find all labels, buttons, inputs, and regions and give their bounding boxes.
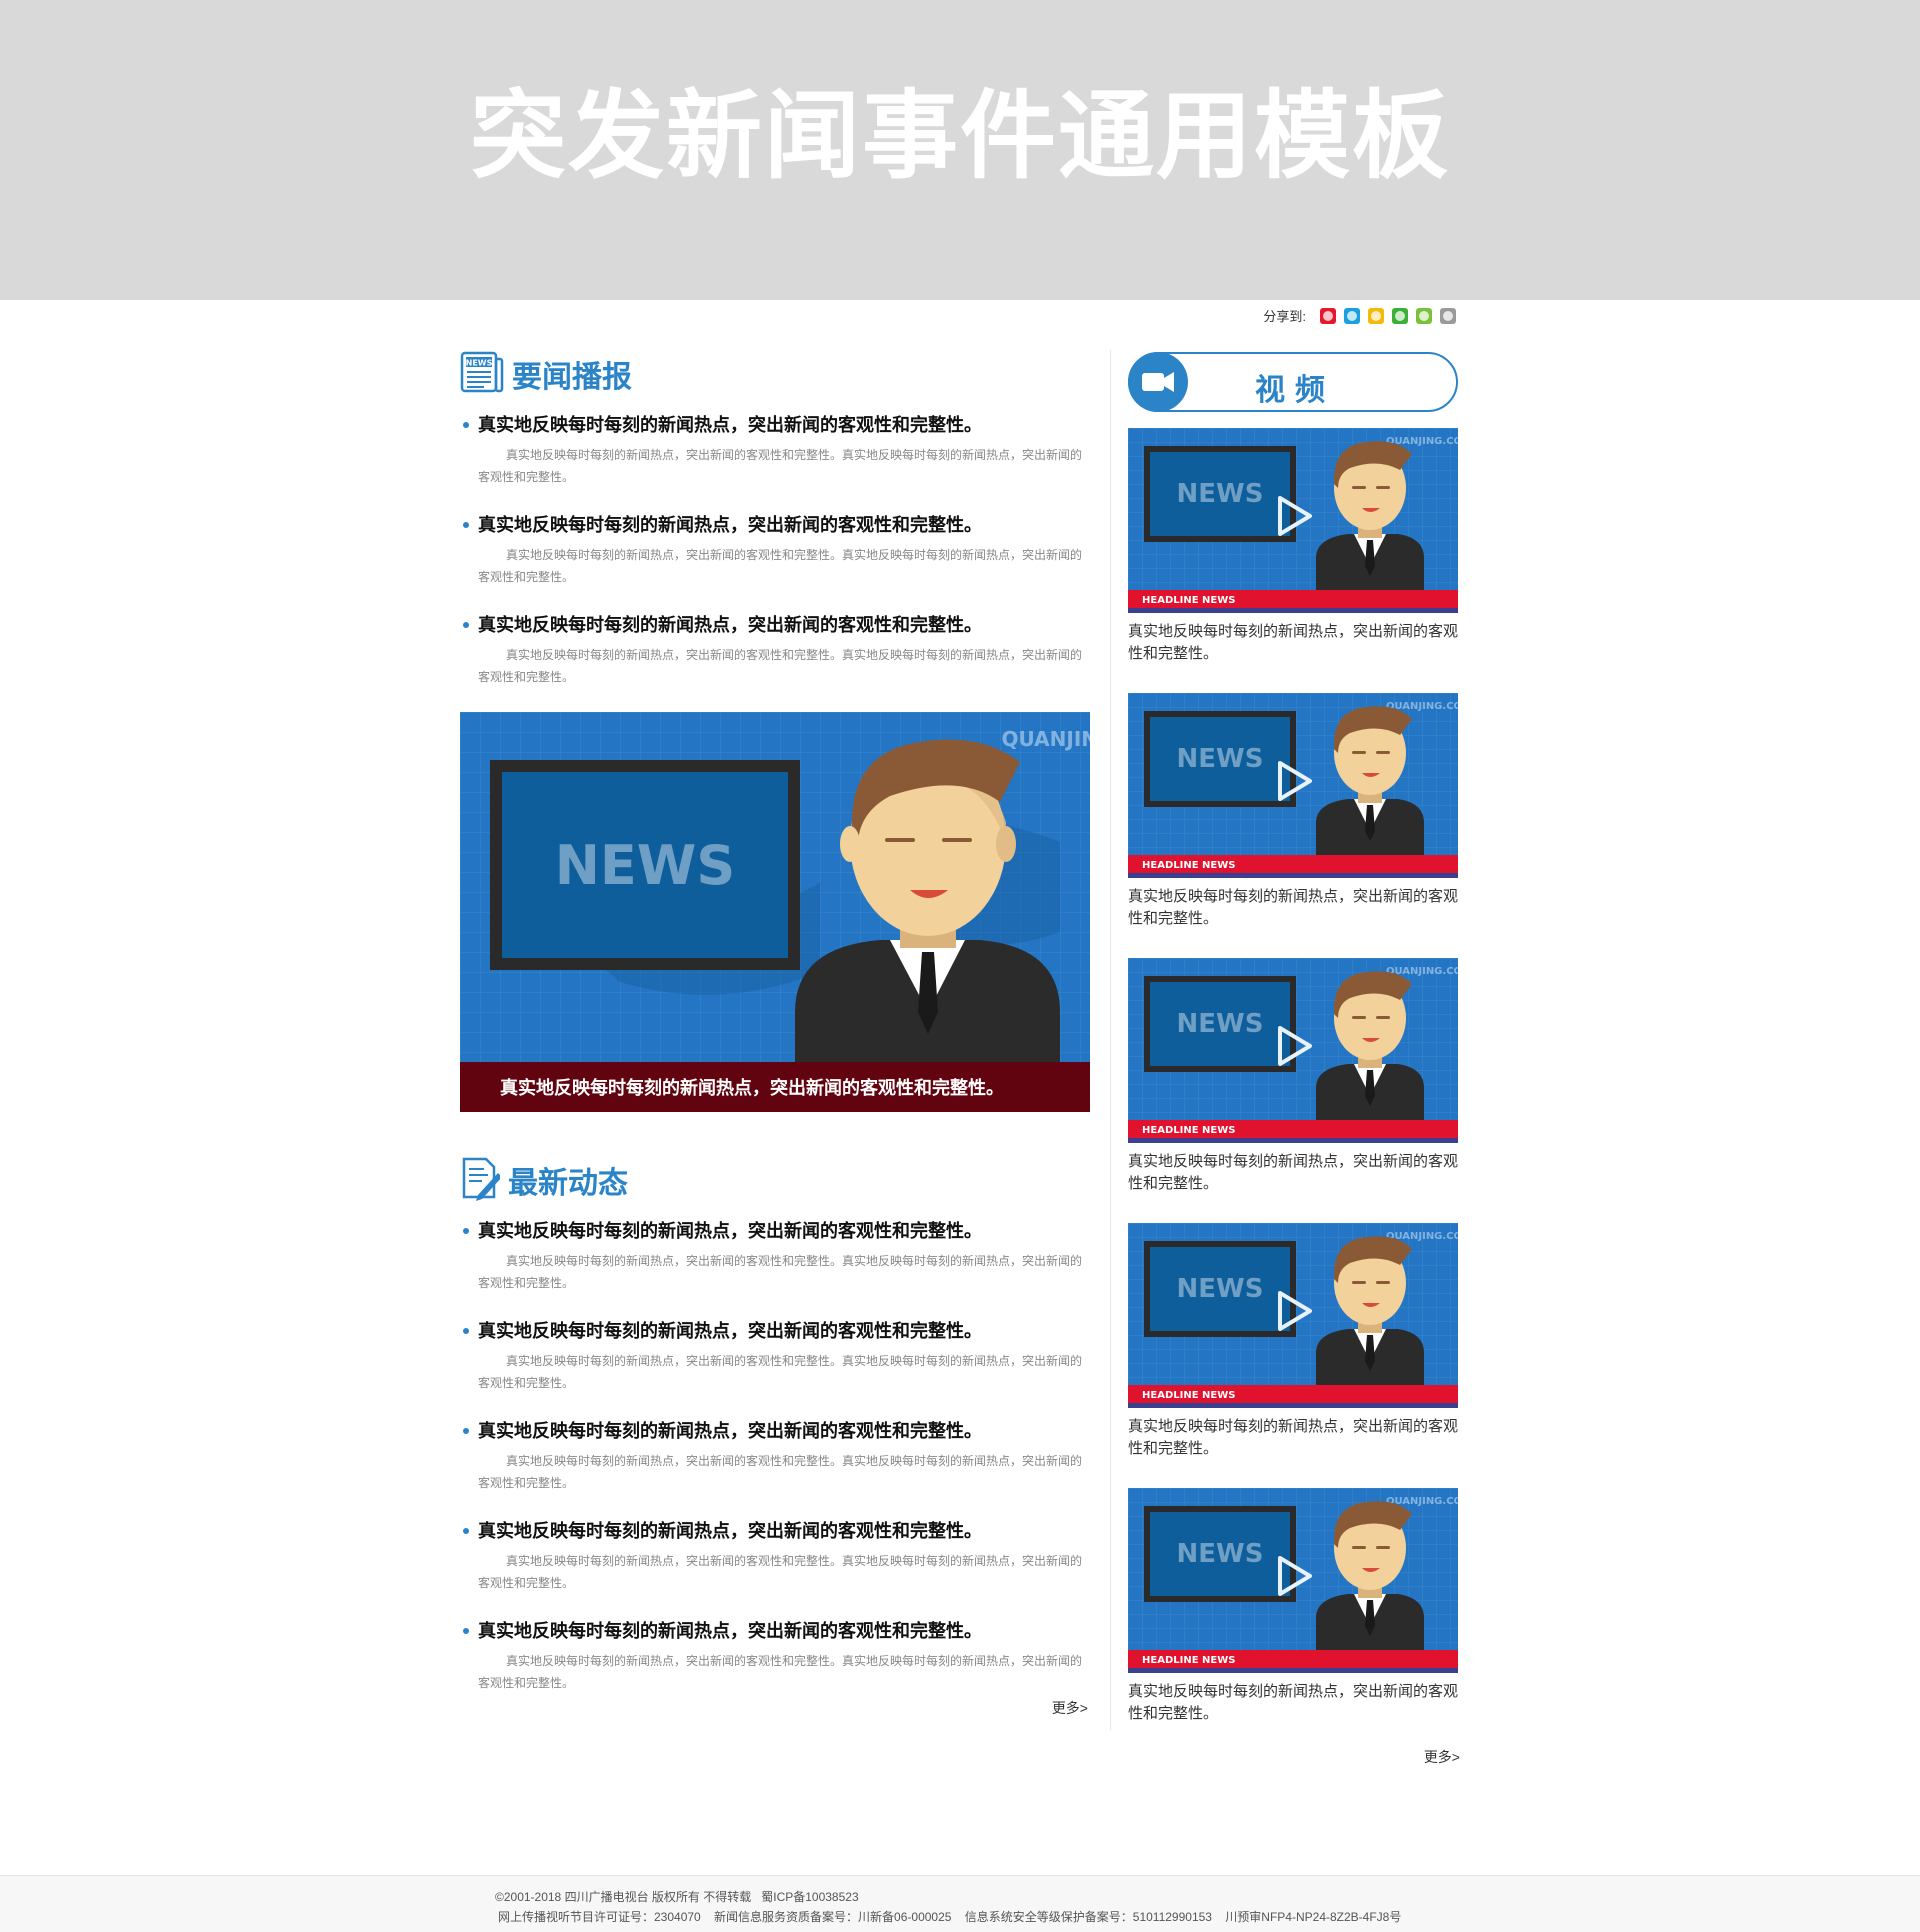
list-item[interactable]: 真实地反映每时每刻的新闻热点，突出新闻的客观性和完整性。 真实地反映每时每刻的新… <box>460 1618 1092 1694</box>
video-item[interactable]: NEWS QUANJING.CO HEADLINE NEWS 真实地反映每时每刻的新… <box>1128 428 1460 665</box>
news-headline[interactable]: 真实地反映每时每刻的新闻热点，突出新闻的客观性和完整性。 <box>478 1318 1092 1344</box>
svg-text:HEADLINE NEWS: HEADLINE NEWS <box>1142 595 1235 606</box>
news-summary: 真实地反映每时每刻的新闻热点，突出新闻的客观性和完整性。真实地反映每时每刻的新闻… <box>478 1654 1083 1690</box>
news-headline[interactable]: 真实地反映每时每刻的新闻热点，突出新闻的客观性和完整性。 <box>478 412 1092 438</box>
headlines-title: 要闻播报 <box>512 360 632 395</box>
news-summary: 真实地反映每时每刻的新闻热点，突出新闻的客观性和完整性。真实地反映每时每刻的新闻… <box>478 448 1083 484</box>
news-summary: 真实地反映每时每刻的新闻热点，突出新闻的客观性和完整性。真实地反映每时每刻的新闻… <box>478 1454 1083 1490</box>
news-headline[interactable]: 真实地反映每时每刻的新闻热点，突出新闻的客观性和完整性。 <box>478 1518 1092 1544</box>
feature-caption[interactable]: 真实地反映每时每刻的新闻热点，突出新闻的客观性和完整性。 <box>460 1062 1090 1112</box>
video-list: NEWS QUANJING.CO HEADLINE NEWS 真实地反映每时每刻的新… <box>1128 428 1460 1725</box>
svg-text:HEADLINE NEWS: HEADLINE NEWS <box>1142 1125 1235 1136</box>
svg-text:NEWS: NEWS <box>1177 1539 1264 1569</box>
video-caption[interactable]: 真实地反映每时每刻的新闻热点，突出新闻的客观性和完整性。 <box>1128 1151 1458 1195</box>
video-title: 视频 <box>1255 373 1335 408</box>
header-banner: 突发新闻事件通用模板 <box>0 0 1920 300</box>
share-bar: 分享到: <box>1263 306 1456 325</box>
list-item[interactable]: 真实地反映每时每刻的新闻热点，突出新闻的客观性和完整性。 真实地反映每时每刻的新… <box>460 1318 1092 1394</box>
news-summary: 真实地反映每时每刻的新闻热点，突出新闻的客观性和完整性。真实地反映每时每刻的新闻… <box>478 1254 1083 1290</box>
list-item[interactable]: 真实地反映每时每刻的新闻热点，突出新闻的客观性和完整性。 真实地反映每时每刻的新… <box>460 1418 1092 1494</box>
news-headline[interactable]: 真实地反映每时每刻的新闻热点，突出新闻的客观性和完整性。 <box>478 512 1092 538</box>
wechat-icon[interactable] <box>1392 307 1408 324</box>
video-thumbnail[interactable]: NEWS QUANJING.CO HEADLINE NEWS <box>1128 1488 1458 1673</box>
news-headline[interactable]: 真实地反映每时每刻的新闻热点，突出新闻的客观性和完整性。 <box>478 612 1092 638</box>
video-item[interactable]: NEWS QUANJING.CO HEADLINE NEWS 真实地反映每时每刻的新… <box>1128 1223 1460 1460</box>
svg-text:NEWS: NEWS <box>1177 744 1264 774</box>
main-column: NEWS 要闻播报 真实地反映每时每刻的新闻热点，突出新闻的客观性和完整性。 真… <box>460 350 1092 1718</box>
latest-list: 真实地反映每时每刻的新闻热点，突出新闻的客观性和完整性。 真实地反映每时每刻的新… <box>460 1218 1092 1694</box>
svg-text:QUANJING: QUANJING <box>1002 727 1090 751</box>
qq-icon[interactable] <box>1344 307 1360 324</box>
video-caption[interactable]: 真实地反映每时每刻的新闻热点，突出新闻的客观性和完整性。 <box>1128 1681 1458 1725</box>
feature-image[interactable]: NEWS QUANJING 真实地反映每时每刻的新闻热点，突出新闻的客观性和完整… <box>460 712 1090 1112</box>
video-caption[interactable]: 真实地反映每时每刻的新闻热点，突出新闻的客观性和完整性。 <box>1128 886 1458 930</box>
more-share-icon[interactable] <box>1440 307 1456 324</box>
news-headline[interactable]: 真实地反映每时每刻的新闻热点，突出新闻的客观性和完整性。 <box>478 1618 1092 1644</box>
footer-copyright: ©2001-2018 四川广播电视台 版权所有 不得转载 蜀ICP备100385… <box>495 1890 859 1904</box>
latest-header: 最新动态 <box>460 1156 1092 1204</box>
news-anchor-illustration: NEWS QUANJING <box>460 712 1090 1112</box>
video-item[interactable]: NEWS QUANJING.CO HEADLINE NEWS 真实地反映每时每刻的新… <box>1128 1488 1460 1725</box>
list-item[interactable]: 真实地反映每时每刻的新闻热点，突出新闻的客观性和完整性。 真实地反映每时每刻的新… <box>460 412 1092 488</box>
qzone-icon[interactable] <box>1368 307 1384 324</box>
news-headline[interactable]: 真实地反映每时每刻的新闻热点，突出新闻的客观性和完整性。 <box>478 1418 1092 1444</box>
renren-icon[interactable] <box>1416 307 1432 324</box>
headlines-header: NEWS 要闻播报 <box>460 350 1092 398</box>
video-header: 视频 <box>1128 352 1458 412</box>
page-title: 突发新闻事件通用模板 <box>470 80 1450 192</box>
video-item[interactable]: NEWS QUANJING.CO HEADLINE NEWS 真实地反映每时每刻的新… <box>1128 958 1460 1195</box>
footer: ©2001-2018 四川广播电视台 版权所有 不得转载 蜀ICP备100385… <box>0 1875 1920 1932</box>
headlines-list: 真实地反映每时每刻的新闻热点，突出新闻的客观性和完整性。 真实地反映每时每刻的新… <box>460 412 1092 688</box>
svg-text:NEWS: NEWS <box>1177 1274 1264 1304</box>
video-column: 视频 NEWS QUANJING.CO HEADLINE NEWS 真实地反映每时每… <box>1128 352 1460 1767</box>
svg-text:NEWS: NEWS <box>1177 1009 1264 1039</box>
list-item[interactable]: 真实地反映每时每刻的新闻热点，突出新闻的客观性和完整性。 真实地反映每时每刻的新… <box>460 512 1092 588</box>
footer-licenses: 网上传播视听节目许可证号：2304070 新闻信息服务资质备案号：川新备06-0… <box>498 1910 1402 1924</box>
list-item[interactable]: 真实地反映每时每刻的新闻热点，突出新闻的客观性和完整性。 真实地反映每时每刻的新… <box>460 1218 1092 1294</box>
svg-text:NEWS: NEWS <box>1177 479 1264 509</box>
svg-text:NEWS: NEWS <box>555 834 736 897</box>
share-label: 分享到: <box>1263 309 1306 324</box>
latest-title: 最新动态 <box>508 1166 628 1201</box>
video-thumbnail[interactable]: NEWS QUANJING.CO HEADLINE NEWS <box>1128 958 1458 1143</box>
news-summary: 真实地反映每时每刻的新闻热点，突出新闻的客观性和完整性。真实地反映每时每刻的新闻… <box>478 1354 1083 1390</box>
video-caption[interactable]: 真实地反映每时每刻的新闻热点，突出新闻的客观性和完整性。 <box>1128 1416 1458 1460</box>
video-item[interactable]: NEWS QUANJING.CO HEADLINE NEWS 真实地反映每时每刻的新… <box>1128 693 1460 930</box>
latest-more-link[interactable]: 更多> <box>460 1698 1088 1718</box>
news-summary: 真实地反映每时每刻的新闻热点，突出新闻的客观性和完整性。真实地反映每时每刻的新闻… <box>478 548 1083 584</box>
news-summary: 真实地反映每时每刻的新闻热点，突出新闻的客观性和完整性。真实地反映每时每刻的新闻… <box>478 648 1083 684</box>
news-summary: 真实地反映每时每刻的新闻热点，突出新闻的客观性和完整性。真实地反映每时每刻的新闻… <box>478 1554 1083 1590</box>
svg-text:NEWS: NEWS <box>466 358 493 367</box>
video-caption[interactable]: 真实地反映每时每刻的新闻热点，突出新闻的客观性和完整性。 <box>1128 621 1458 665</box>
weibo-icon[interactable] <box>1320 307 1336 324</box>
edit-document-icon <box>460 1155 502 1206</box>
column-divider <box>1110 350 1111 1730</box>
list-item[interactable]: 真实地反映每时每刻的新闻热点，突出新闻的客观性和完整性。 真实地反映每时每刻的新… <box>460 1518 1092 1594</box>
svg-text:HEADLINE NEWS: HEADLINE NEWS <box>1142 1390 1235 1401</box>
video-thumbnail[interactable]: NEWS QUANJING.CO HEADLINE NEWS <box>1128 428 1458 613</box>
svg-text:HEADLINE NEWS: HEADLINE NEWS <box>1142 1655 1235 1666</box>
newspaper-icon: NEWS <box>460 351 504 398</box>
svg-text:HEADLINE NEWS: HEADLINE NEWS <box>1142 860 1235 871</box>
video-more-link[interactable]: 更多> <box>1128 1747 1460 1767</box>
list-item[interactable]: 真实地反映每时每刻的新闻热点，突出新闻的客观性和完整性。 真实地反映每时每刻的新… <box>460 612 1092 688</box>
video-thumbnail[interactable]: NEWS QUANJING.CO HEADLINE NEWS <box>1128 693 1458 878</box>
video-thumbnail[interactable]: NEWS QUANJING.CO HEADLINE NEWS <box>1128 1223 1458 1408</box>
news-headline[interactable]: 真实地反映每时每刻的新闻热点，突出新闻的客观性和完整性。 <box>478 1218 1092 1244</box>
